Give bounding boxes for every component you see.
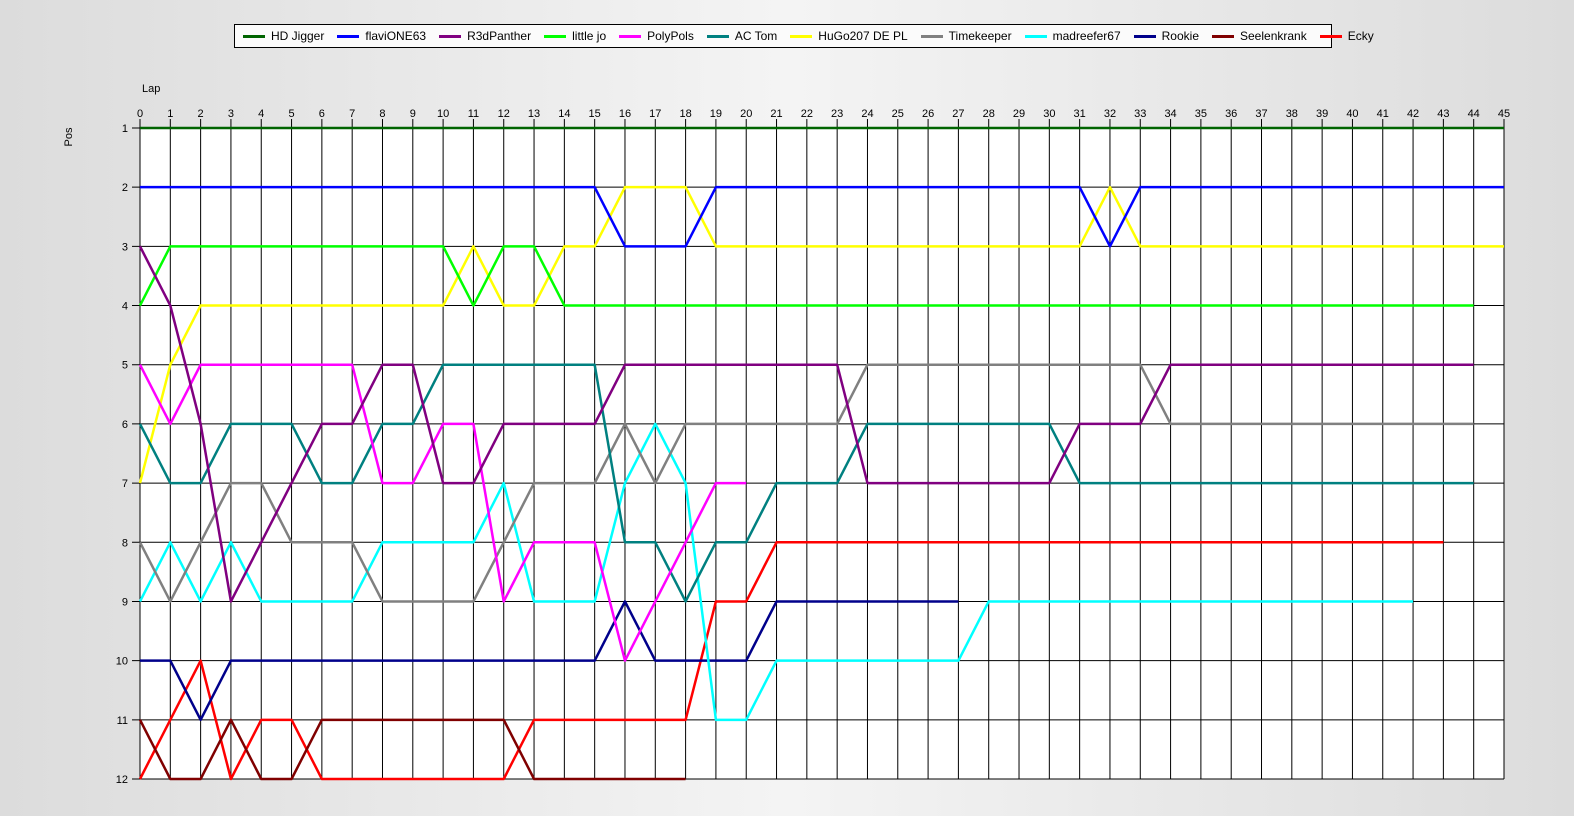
x-tick-label: 10 (437, 108, 449, 120)
x-tick-label: 45 (1498, 108, 1510, 120)
x-tick-label: 11 (468, 108, 479, 120)
x-tick-label: 20 (740, 108, 752, 120)
y-tick-label: 1 (122, 123, 128, 135)
x-tick-label: 22 (801, 108, 813, 120)
x-tick-label: 31 (1074, 108, 1086, 120)
x-tick-label: 21 (770, 108, 782, 120)
x-tick-label: 1 (167, 108, 173, 120)
x-tick-label: 36 (1225, 108, 1237, 120)
x-tick-label: 29 (1013, 108, 1025, 120)
y-tick-label: 8 (122, 537, 128, 549)
x-tick-label: 32 (1104, 108, 1116, 120)
x-tick-label: 37 (1255, 108, 1267, 120)
x-tick-label: 42 (1407, 108, 1419, 120)
x-tick-label: 27 (952, 108, 964, 120)
y-tick-label: 9 (122, 596, 128, 608)
x-tick-label: 5 (288, 108, 294, 120)
x-tick-label: 12 (498, 108, 510, 120)
position-chart: 0 1 2 3 4 5 6 7 8 9 10 11 12 13 14 15 16 17 18 19 20 21 22 23 24… (63, 83, 1510, 786)
y-tick-label: 3 (122, 241, 128, 253)
x-tick-label: 9 (410, 108, 416, 120)
y-tick-label: 11 (117, 715, 128, 727)
x-tick-label: 18 (679, 108, 691, 120)
x-tick-label: 41 (1377, 108, 1389, 120)
x-tick-label: 4 (258, 108, 264, 120)
y-tick-labels: 123456789101112 (116, 123, 128, 786)
x-tick-label: 38 (1286, 108, 1298, 120)
x-tick-label: 26 (922, 108, 934, 120)
x-tick-label: 3 (228, 108, 234, 120)
grid (132, 119, 1505, 780)
x-tick-label: 8 (379, 108, 385, 120)
x-tick-label: 33 (1134, 108, 1146, 120)
x-tick-label: 2 (198, 108, 204, 120)
x-tick-label: 39 (1316, 108, 1328, 120)
y-tick-label: 2 (122, 182, 128, 194)
x-tick-label: 7 (349, 108, 355, 120)
y-tick-label: 7 (122, 478, 128, 490)
x-tick-label: 15 (589, 108, 601, 120)
y-tick-label: 6 (122, 419, 128, 431)
plot-area (140, 128, 1504, 779)
x-axis-title: Lap (142, 83, 160, 95)
x-tick-label: 35 (1195, 108, 1207, 120)
x-tick-label: 34 (1164, 108, 1176, 120)
x-tick-label: 24 (861, 108, 873, 120)
y-axis-title: Pos (63, 127, 75, 146)
x-tick-label: 13 (528, 108, 540, 120)
y-tick-label: 4 (122, 301, 128, 313)
y-tick-label: 12 (116, 774, 128, 786)
x-tick-label: 14 (558, 108, 570, 120)
x-tick-labels: 0 1 2 3 4 5 6 7 8 9 10 11 12 13 14 15 16 17 18 19 20 21 22 23 24… (137, 108, 1510, 120)
x-tick-label: 23 (831, 108, 843, 120)
x-tick-label: 17 (649, 108, 661, 120)
x-tick-label: 44 (1468, 108, 1480, 120)
x-tick-label: 43 (1437, 108, 1449, 120)
x-tick-label: 19 (710, 108, 722, 120)
y-tick-label: 5 (122, 360, 128, 372)
y-tick-label: 10 (116, 656, 128, 668)
x-tick-label: 16 (619, 108, 631, 120)
x-tick-label: 0 (137, 108, 143, 120)
x-tick-label: 40 (1346, 108, 1358, 120)
x-tick-label: 28 (983, 108, 995, 120)
x-tick-label: 30 (1043, 108, 1055, 120)
x-tick-label: 25 (892, 108, 904, 120)
x-tick-label: 6 (319, 108, 325, 120)
